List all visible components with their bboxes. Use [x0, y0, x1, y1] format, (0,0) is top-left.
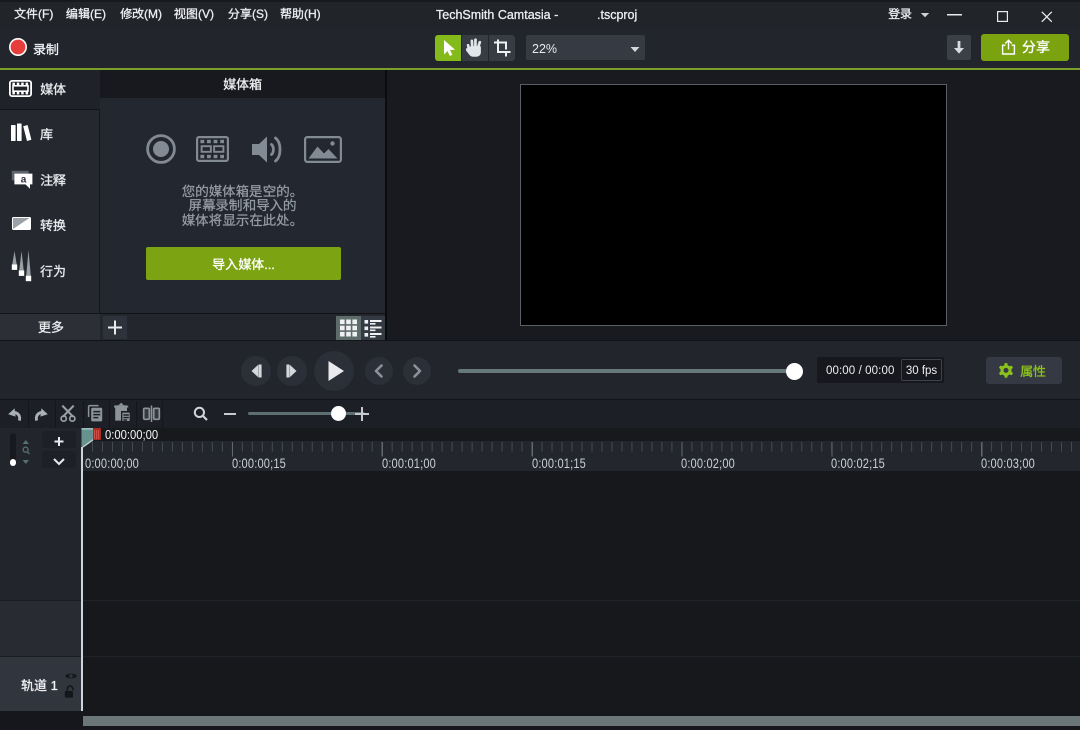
svg-text:a: a [21, 175, 27, 186]
